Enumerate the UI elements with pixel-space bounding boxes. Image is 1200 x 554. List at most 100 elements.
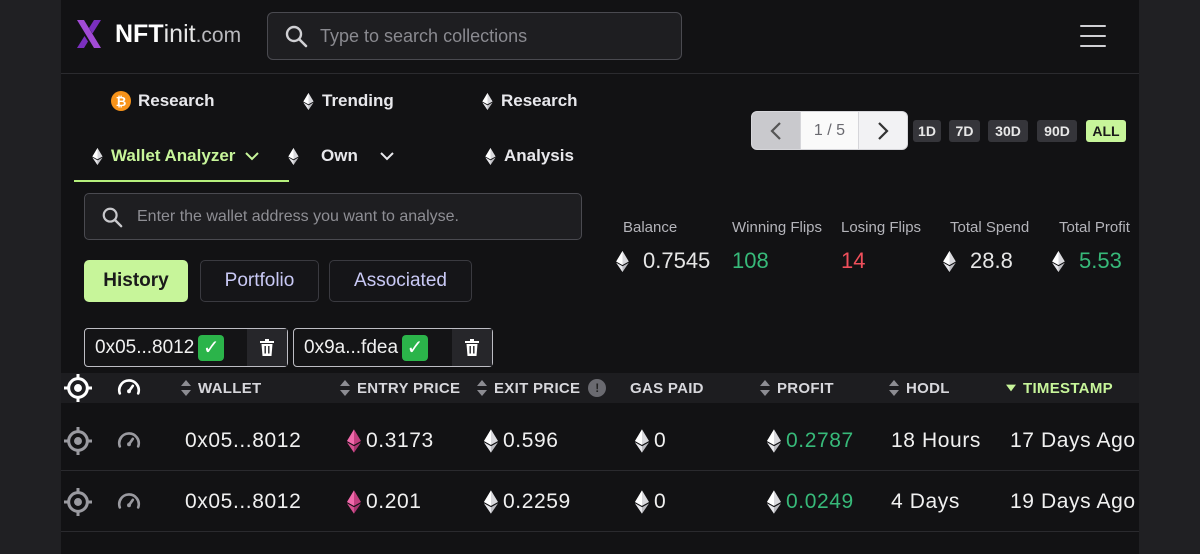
- wallet-address-input[interactable]: [137, 207, 577, 226]
- nav-label: Wallet Analyzer: [111, 146, 236, 165]
- collection-search-input[interactable]: [320, 25, 660, 47]
- header-crosshair-icon[interactable]: [64, 373, 92, 403]
- nftinit-logo-icon: [77, 20, 101, 48]
- sort-icon: [889, 380, 899, 396]
- row-profit-value: 0.0249: [786, 490, 854, 513]
- nav-own[interactable]: Own: [288, 146, 394, 166]
- sort-desc-icon: [1006, 384, 1016, 392]
- range-7d[interactable]: 7D: [949, 120, 980, 142]
- range-all[interactable]: ALL: [1086, 120, 1126, 142]
- gauge-icon[interactable]: [116, 472, 142, 532]
- balance-label: Balance: [623, 219, 678, 236]
- wallet-chip[interactable]: 0x9a...fdea ✓: [293, 328, 493, 367]
- tab-history[interactable]: History: [84, 260, 188, 302]
- row-profit-value: 0.2787: [786, 429, 854, 452]
- column-exit-price[interactable]: EXIT PRICE !: [477, 373, 607, 403]
- total-spend-label: Total Spend: [950, 219, 1030, 236]
- crosshair-icon[interactable]: [64, 411, 92, 471]
- collection-search[interactable]: [267, 12, 682, 60]
- info-icon[interactable]: !: [588, 379, 607, 397]
- range-1d[interactable]: 1D: [913, 120, 941, 142]
- verified-check-icon: ✓: [198, 334, 225, 361]
- nav-label: Research: [138, 91, 215, 110]
- ethereum-icon: [616, 251, 629, 272]
- ethereum-icon: [1052, 251, 1065, 272]
- ethereum-icon: [288, 148, 299, 165]
- pagination: 1 / 5: [751, 111, 908, 150]
- row-wallet[interactable]: 0x05...8012: [185, 411, 301, 471]
- polygon-eth-icon: [347, 429, 361, 453]
- row-exit-price: 0.596: [484, 411, 559, 471]
- next-page-button[interactable]: [859, 112, 907, 149]
- logo[interactable]: NFTinit.com: [75, 18, 241, 50]
- left-gutter: [0, 0, 61, 554]
- wallet-address-search[interactable]: [84, 193, 582, 240]
- ethereum-icon: [635, 490, 649, 514]
- column-profit[interactable]: PROFIT: [760, 373, 834, 403]
- wallet-chip[interactable]: 0x05...8012 ✓: [84, 328, 288, 367]
- sort-icon: [340, 380, 350, 396]
- table-row[interactable]: 0x05...8012 0.201 0.2259 0 0.0249 4 Days…: [61, 472, 1139, 532]
- table-row[interactable]: 0x05...8012 0.3173 0.596 0 0.2787 18 Hou…: [61, 411, 1139, 471]
- page-indicator: 1 / 5: [800, 112, 859, 149]
- nav-research-bitcoin[interactable]: ₿ Research: [111, 91, 215, 111]
- nav-wallet-analyzer[interactable]: Wallet Analyzer: [92, 146, 260, 166]
- ethereum-icon: [92, 148, 103, 165]
- ethereum-icon: [943, 251, 956, 272]
- winning-flips-value: 108: [732, 248, 769, 273]
- losing-flips-value: 14: [841, 248, 866, 273]
- row-exit-price: 0.2259: [484, 472, 571, 532]
- hamburger-menu-icon[interactable]: [1078, 22, 1108, 50]
- row-wallet[interactable]: 0x05...8012: [185, 472, 301, 532]
- nav-trending[interactable]: Trending: [303, 91, 394, 111]
- tab-associated[interactable]: Associated: [329, 260, 472, 302]
- top-header: NFTinit.com: [61, 0, 1139, 74]
- winning-flips-label: Winning Flips: [732, 219, 823, 236]
- column-label: TIMESTAMP: [1023, 379, 1113, 397]
- ethereum-icon: [767, 429, 781, 453]
- column-wallet[interactable]: WALLET: [181, 373, 261, 403]
- column-entry-price[interactable]: ENTRY PRICE: [340, 373, 460, 403]
- row-gas-value: 0: [654, 490, 667, 513]
- chevron-down-icon: [245, 152, 260, 161]
- row-hodl: 4 Days: [891, 490, 960, 513]
- balance-value: 0.7545: [616, 248, 710, 274]
- nav-label: Analysis: [504, 146, 574, 165]
- row-gas-value: 0: [654, 429, 667, 452]
- column-timestamp[interactable]: TIMESTAMP: [1006, 373, 1113, 403]
- table-row[interactable]: [61, 533, 1139, 554]
- ethereum-icon: [635, 429, 649, 453]
- trash-icon[interactable]: [452, 329, 492, 366]
- row-gas-paid: 0: [635, 411, 666, 471]
- header-gauge-icon[interactable]: [116, 373, 142, 403]
- balance-amount: 0.7545: [643, 248, 711, 273]
- row-entry-price: 0.201: [347, 472, 422, 532]
- trash-icon[interactable]: [247, 329, 287, 366]
- row-gas-paid: 0: [635, 472, 666, 532]
- nav-analysis[interactable]: Analysis: [485, 146, 574, 166]
- row-exit-value: 0.2259: [503, 490, 571, 513]
- sort-icon: [760, 380, 770, 396]
- verified-check-icon: ✓: [402, 334, 429, 361]
- app-page: NFTinit.com ₿ Research Trending Research…: [61, 0, 1139, 554]
- sort-icon: [181, 380, 191, 396]
- tab-portfolio[interactable]: Portfolio: [200, 260, 319, 302]
- crosshair-icon[interactable]: [64, 472, 92, 532]
- ethereum-icon: [485, 148, 496, 165]
- column-gas-paid[interactable]: GAS PAID: [630, 373, 704, 403]
- ethereum-icon: [482, 93, 493, 110]
- total-profit-value: 5.53: [1052, 248, 1122, 274]
- column-hodl[interactable]: HODL: [889, 373, 950, 403]
- ethereum-icon: [303, 93, 314, 110]
- prev-page-button[interactable]: [752, 112, 800, 149]
- gauge-icon[interactable]: [116, 411, 142, 471]
- search-icon: [102, 207, 123, 227]
- row-exit-value: 0.596: [503, 429, 559, 452]
- range-30d[interactable]: 30D: [988, 120, 1028, 142]
- nav-research-ethereum[interactable]: Research: [482, 91, 578, 111]
- sort-icon: [477, 380, 487, 396]
- column-label: PROFIT: [777, 379, 834, 397]
- right-gutter: [1139, 0, 1200, 554]
- column-label: GAS PAID: [630, 379, 704, 397]
- range-90d[interactable]: 90D: [1037, 120, 1077, 142]
